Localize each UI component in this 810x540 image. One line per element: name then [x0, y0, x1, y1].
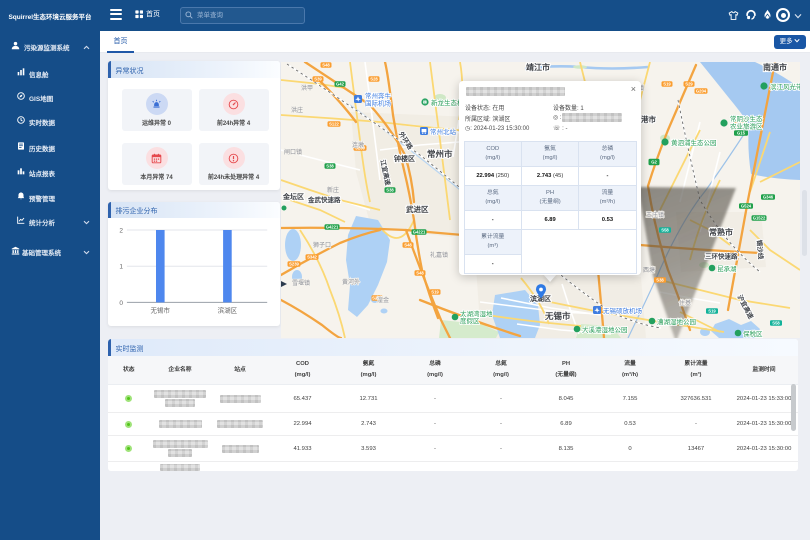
svg-text:滨江风光带: 滨江风光带: [770, 82, 800, 91]
svg-text:G42: G42: [336, 82, 345, 87]
svg-text:S19: S19: [431, 290, 439, 295]
svg-text:度假区: 度假区: [460, 316, 480, 325]
svg-text:常州市: 常州市: [427, 149, 453, 159]
svg-text:无锡市: 无锡市: [150, 306, 170, 315]
svg-text:常州奔牛: 常州奔牛: [365, 91, 392, 100]
svg-text:常州北站: 常州北站: [430, 127, 457, 136]
svg-text:常熟市: 常熟市: [709, 227, 733, 237]
svg-text:湟金: 湟金: [377, 296, 389, 304]
svg-text:0: 0: [119, 300, 123, 307]
svg-text:西塘: 西塘: [643, 266, 655, 274]
svg-text:无锡硕放机场: 无锡硕放机场: [603, 306, 643, 315]
svg-text:洪庄: 洪庄: [291, 106, 303, 114]
svg-text:G346: G346: [763, 195, 774, 200]
svg-text:S48: S48: [322, 63, 330, 68]
svg-text:S28: S28: [370, 77, 378, 82]
svg-text:S48: S48: [404, 243, 412, 248]
svg-text:G204: G204: [696, 89, 707, 94]
svg-text:1: 1: [119, 264, 123, 271]
svg-text:S19: S19: [663, 82, 671, 87]
svg-text:大溪港湿地公园: 大溪港湿地公园: [582, 325, 628, 334]
svg-text:漕湖湿地公园: 漕湖湿地公园: [657, 317, 696, 326]
svg-text:S239: S239: [289, 262, 299, 267]
svg-text:无锡市: 无锡市: [544, 311, 571, 321]
svg-text:S38: S38: [386, 188, 394, 193]
svg-text:G524: G524: [741, 204, 752, 209]
svg-text:G2: G2: [651, 160, 657, 165]
svg-text:G1522: G1522: [753, 216, 766, 221]
svg-text:靖江市: 靖江市: [526, 62, 550, 72]
svg-text:黄河外: 黄河外: [342, 278, 360, 286]
svg-text:滨湖区: 滨湖区: [217, 306, 237, 315]
svg-text:雪堰镇: 雪堰镇: [292, 279, 310, 287]
svg-text:三环快速路: 三环快速路: [705, 252, 738, 261]
svg-text:G15: G15: [737, 131, 746, 136]
svg-text:王庄镇: 王庄镇: [646, 211, 664, 219]
svg-text:农业旅游区: 农业旅游区: [730, 122, 763, 131]
svg-text:保税区: 保税区: [743, 329, 763, 338]
svg-text:国际机场: 国际机场: [365, 99, 392, 108]
svg-text:2: 2: [119, 228, 123, 235]
svg-text:S48: S48: [416, 271, 424, 276]
svg-text:金坛区: 金坛区: [282, 192, 304, 201]
svg-text:太湖湾湿地: 太湖湾湿地: [460, 309, 493, 318]
svg-text:闸口镇: 闸口镇: [284, 148, 302, 156]
svg-text:S58: S58: [661, 228, 669, 233]
svg-text:G4221: G4221: [326, 225, 339, 230]
svg-text:S29: S29: [685, 82, 693, 87]
svg-text:S58: S58: [772, 321, 780, 326]
svg-text:S122: S122: [329, 122, 339, 127]
svg-text:狮子口: 狮子口: [313, 241, 331, 249]
svg-text:黄泗浦生态公园: 黄泗浦生态公园: [671, 138, 717, 147]
svg-text:连墩: 连墩: [352, 141, 364, 149]
svg-text:S39: S39: [314, 77, 322, 82]
svg-text:S19: S19: [708, 309, 716, 314]
svg-text:常阴沙生态: 常阴沙生态: [730, 114, 763, 123]
svg-text:住基: 住基: [679, 299, 691, 307]
svg-text:礼嘉镇: 礼嘉镇: [430, 251, 448, 259]
svg-text:新庄: 新庄: [327, 186, 339, 194]
svg-text:S342: S342: [307, 255, 317, 260]
svg-text:金武快速路: 金武快速路: [307, 195, 341, 204]
svg-text:S38: S38: [326, 164, 334, 169]
svg-text:钟楼区: 钟楼区: [394, 154, 415, 163]
svg-text:G4221: G4221: [413, 230, 426, 235]
svg-text:武进区: 武进区: [406, 204, 429, 214]
svg-text:S38: S38: [656, 278, 664, 283]
svg-text:昆承湖: 昆承湖: [717, 264, 737, 273]
svg-text:洪甲: 洪甲: [301, 84, 313, 92]
svg-text:南通市: 南通市: [763, 62, 787, 72]
